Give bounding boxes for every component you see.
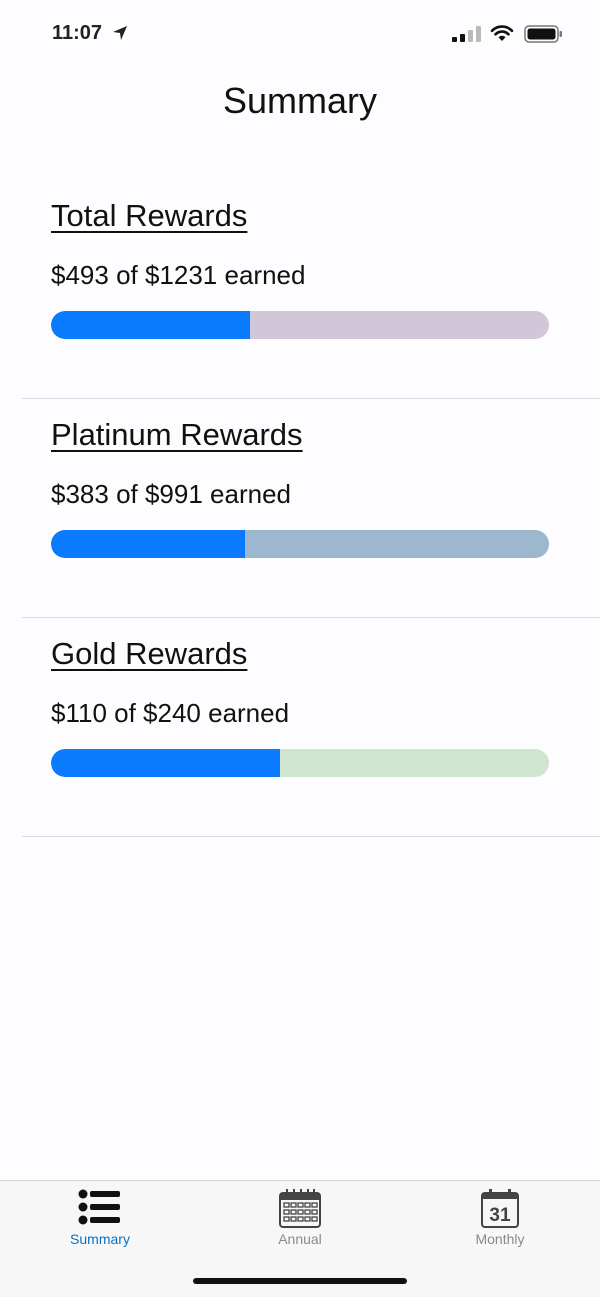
tab-summary[interactable]: Summary bbox=[0, 1181, 200, 1261]
reward-title: Total Rewards bbox=[51, 198, 248, 233]
reward-progress-fill bbox=[51, 530, 246, 558]
wifi-icon bbox=[490, 25, 514, 41]
battery-icon bbox=[524, 25, 562, 43]
reward-progress-fill bbox=[51, 311, 251, 339]
tab-label: Monthly bbox=[475, 1231, 525, 1247]
calendar-grid-icon bbox=[279, 1189, 321, 1228]
reward-progress-bar bbox=[51, 311, 549, 339]
list-icon bbox=[78, 1189, 120, 1225]
reward-title: Gold Rewards bbox=[51, 636, 248, 671]
page-title: Summary bbox=[222, 80, 378, 121]
cellular-signal-icon bbox=[452, 26, 481, 42]
reward-amount: $383 of $991 earned bbox=[51, 479, 291, 509]
calendar-31-icon: 31 bbox=[481, 1189, 519, 1228]
section-divider bbox=[22, 836, 600, 837]
home-indicator[interactable] bbox=[193, 1278, 407, 1284]
reward-section-gold[interactable]: Gold Rewards $110 of $240 earned bbox=[0, 618, 600, 837]
reward-progress-fill bbox=[51, 749, 281, 777]
status-bar: 11:07 bbox=[0, 0, 600, 68]
reward-amount: $493 of $1231 earned bbox=[51, 260, 306, 290]
reward-section-total[interactable]: Total Rewards $493 of $1231 earned bbox=[0, 180, 600, 399]
calendar-day-text: 31 bbox=[489, 1205, 511, 1226]
reward-progress-bar bbox=[51, 530, 549, 558]
tab-monthly[interactable]: 31 Monthly bbox=[400, 1181, 600, 1261]
tab-label: Summary bbox=[70, 1231, 130, 1247]
reward-title: Platinum Rewards bbox=[51, 417, 303, 452]
tab-annual[interactable]: Annual bbox=[200, 1181, 400, 1261]
location-arrow-icon bbox=[113, 26, 127, 40]
reward-progress-bar bbox=[51, 749, 549, 777]
tab-label: Annual bbox=[278, 1231, 322, 1247]
status-time: 11:07 bbox=[52, 22, 103, 44]
reward-amount: $110 of $240 earned bbox=[51, 698, 290, 728]
reward-section-platinum[interactable]: Platinum Rewards $383 of $991 earned bbox=[0, 399, 600, 618]
